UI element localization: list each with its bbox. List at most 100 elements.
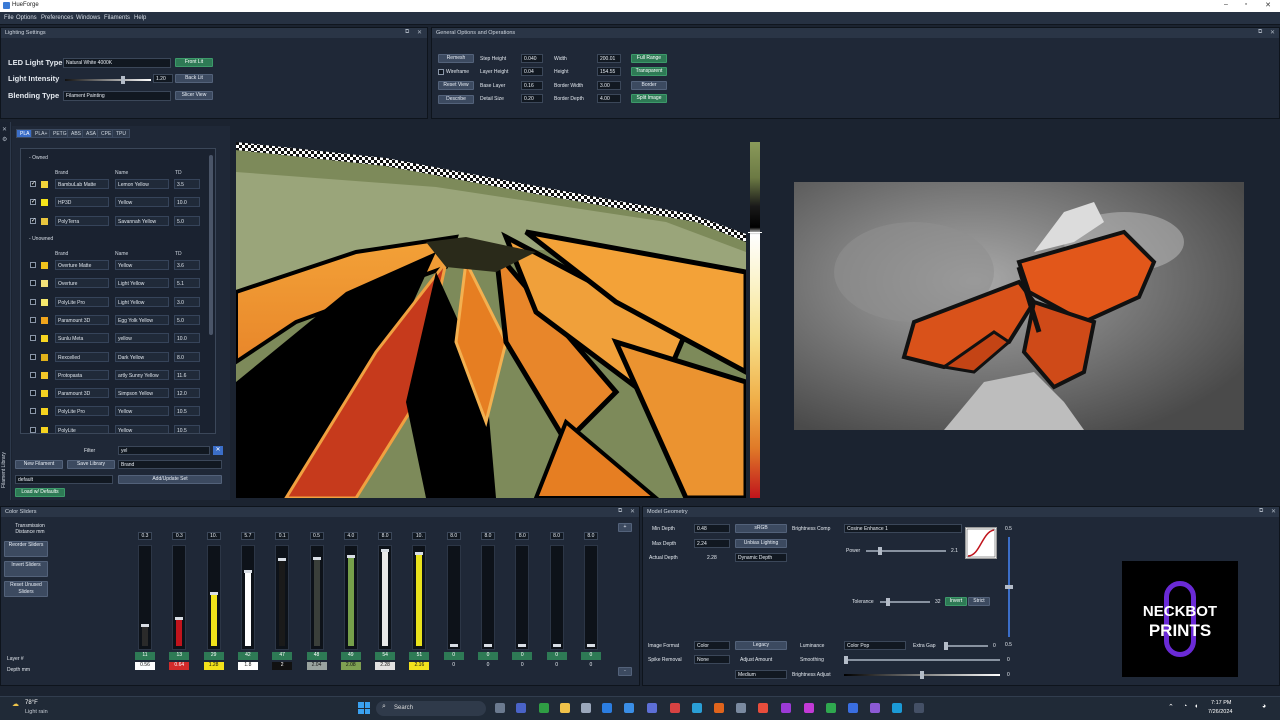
slider-td-field[interactable]: 10. <box>206 532 221 540</box>
close-icon[interactable]: ✕ <box>1258 1 1278 11</box>
power-slider[interactable] <box>866 547 946 555</box>
detail-size-input[interactable]: 0.20 <box>521 94 543 103</box>
color-swatch[interactable] <box>41 390 48 398</box>
brand-field[interactable]: Paramount 3D <box>55 314 109 325</box>
invert-button[interactable]: Invert <box>945 597 967 606</box>
color-slider[interactable]: 10. 29 1.28 <box>201 532 231 672</box>
name-field[interactable]: Savannah Yellow <box>115 215 169 226</box>
slider-thumb[interactable] <box>278 557 287 561</box>
slider-track[interactable] <box>583 545 598 650</box>
td-field[interactable]: 3.0 <box>174 296 200 307</box>
color-swatch[interactable] <box>41 353 48 361</box>
td-field[interactable]: 5.1 <box>174 278 200 289</box>
save-library-button[interactable]: Save Library <box>67 460 115 469</box>
app-icon-5[interactable] <box>714 703 724 713</box>
menu-help[interactable]: Help <box>134 15 146 21</box>
color-swatch[interactable] <box>41 280 48 288</box>
brand-field[interactable]: Sunlu Meta <box>55 333 109 344</box>
task-view-icon[interactable] <box>495 703 505 713</box>
tolerance-slider[interactable] <box>880 598 930 606</box>
brand-field[interactable]: PolyLite Pro <box>55 296 109 307</box>
filament-row[interactable]: Sunlu Meta yellow 10.0 <box>21 330 211 348</box>
new-filament-button[interactable]: New Filament <box>15 460 63 469</box>
smoothing-slider[interactable] <box>844 656 1000 664</box>
undock-icon[interactable]: ⧉ <box>1259 508 1263 515</box>
color-slider[interactable]: 5.7 42 1.8 <box>235 532 265 672</box>
split-image-button[interactable]: Split Image <box>631 94 667 103</box>
app-icon-1[interactable] <box>624 703 634 713</box>
slicer-view-button[interactable]: Slicer View <box>175 91 213 100</box>
td-field[interactable]: 10.0 <box>174 197 200 208</box>
light-intensity-value[interactable]: 1.20 <box>153 74 173 83</box>
windows-start-icon[interactable] <box>358 702 370 714</box>
color-slider[interactable]: 8.0 0 0 <box>509 532 539 672</box>
color-swatch[interactable] <box>41 181 48 188</box>
menu-windows[interactable]: Windows <box>76 15 100 21</box>
name-field[interactable]: Egg Yolk Yellow <box>115 314 169 325</box>
color-slider[interactable]: 0.1 47 2 <box>269 532 299 672</box>
color-swatch[interactable] <box>41 217 48 225</box>
height-input[interactable]: 154.55 <box>597 67 621 76</box>
color-slider[interactable]: 0.3 13 0.64 <box>166 532 196 672</box>
color-slider[interactable]: 10. 51 2.16 <box>406 532 436 672</box>
blending-type-select[interactable]: Filament Painting <box>63 91 171 101</box>
spike-removal-select[interactable]: None <box>694 655 730 664</box>
reorder-sliders-button[interactable]: Reorder Sliders <box>4 541 48 557</box>
tab-tpu[interactable]: TPU <box>112 129 130 138</box>
weather-desc[interactable]: Light rain <box>25 709 48 715</box>
strict-button[interactable]: Strict <box>968 597 990 606</box>
owned-checkbox[interactable] <box>30 180 36 187</box>
close-panel-icon[interactable]: ✕ <box>1271 508 1276 515</box>
base-layer-input[interactable]: 0.16 <box>521 81 543 90</box>
filament-row[interactable]: Paramount 3D Egg Yolk Yellow 5.0 <box>21 312 211 330</box>
color-slider[interactable]: 0.5 48 2.04 <box>304 532 334 672</box>
slider-td-field[interactable]: 8.0 <box>583 532 598 540</box>
slider-td-field[interactable]: 0.5 <box>309 532 324 540</box>
slider-td-field[interactable]: 8.0 <box>378 532 393 540</box>
slider-track[interactable] <box>378 545 393 650</box>
adjust-amount-select[interactable]: Medium <box>735 670 787 679</box>
slider-thumb[interactable] <box>243 569 252 573</box>
td-field[interactable]: 10.5 <box>174 424 200 433</box>
color-slider[interactable]: 8.0 54 2.28 <box>372 532 402 672</box>
name-field[interactable]: Yellow <box>115 197 169 208</box>
remesh-button[interactable]: Remesh <box>438 54 474 63</box>
file-explorer-icon[interactable] <box>560 703 570 713</box>
filament-row[interactable]: Protopasta artly Sunny Yellow 11.6 <box>21 367 211 385</box>
slider-td-field[interactable]: 8.0 <box>446 532 461 540</box>
color-swatch[interactable] <box>41 262 48 269</box>
color-swatch[interactable] <box>41 316 48 324</box>
name-field[interactable]: artly Sunny Yellow <box>115 369 169 380</box>
led-light-type-select[interactable]: Natural White 4000K <box>63 58 171 68</box>
slider-thumb[interactable] <box>586 644 595 647</box>
front-lit-button[interactable]: Front Lit <box>175 58 213 67</box>
slider-thumb[interactable] <box>175 617 184 621</box>
brand-select[interactable]: Brand <box>118 460 222 469</box>
transparent-button[interactable]: Transparent <box>631 67 667 76</box>
app-icon-8[interactable] <box>804 703 814 713</box>
slider-td-field[interactable]: 10. <box>412 532 427 540</box>
brand-field[interactable]: PolyLite <box>55 424 109 433</box>
brand-field[interactable]: Overture <box>55 278 109 289</box>
vertical-curve-slider[interactable] <box>1005 537 1013 637</box>
owned-checkbox[interactable] <box>30 371 36 378</box>
brightness-adjust-slider[interactable] <box>844 671 1000 679</box>
color-slider[interactable]: 8.0 0 0 <box>578 532 608 672</box>
brand-field[interactable]: PolyLite Pro <box>55 406 109 417</box>
minimize-icon[interactable]: – <box>1216 1 1236 11</box>
filament-list-scrollbar[interactable] <box>209 155 213 335</box>
menu-preferences[interactable]: Preferences <box>41 15 73 21</box>
slider-track[interactable] <box>172 545 187 650</box>
notification-bell-icon[interactable]: ◕ <box>1262 703 1266 710</box>
app-icon-6[interactable] <box>758 703 768 713</box>
filament-row[interactable]: BambuLab Matte Lemon Yellow 3.5 <box>21 176 211 194</box>
filament-row[interactable]: PolyLite Yellow 10.5 <box>21 422 211 433</box>
slider-thumb[interactable] <box>449 644 458 647</box>
slider-thumb[interactable] <box>209 591 218 595</box>
app-icon-7[interactable] <box>781 703 791 713</box>
slider-thumb[interactable] <box>552 644 561 647</box>
slider-thumb[interactable] <box>346 554 355 558</box>
slider-td-field[interactable]: 0.3 <box>138 532 152 540</box>
app-icon-4[interactable] <box>692 703 702 713</box>
owned-checkbox[interactable] <box>30 335 36 342</box>
